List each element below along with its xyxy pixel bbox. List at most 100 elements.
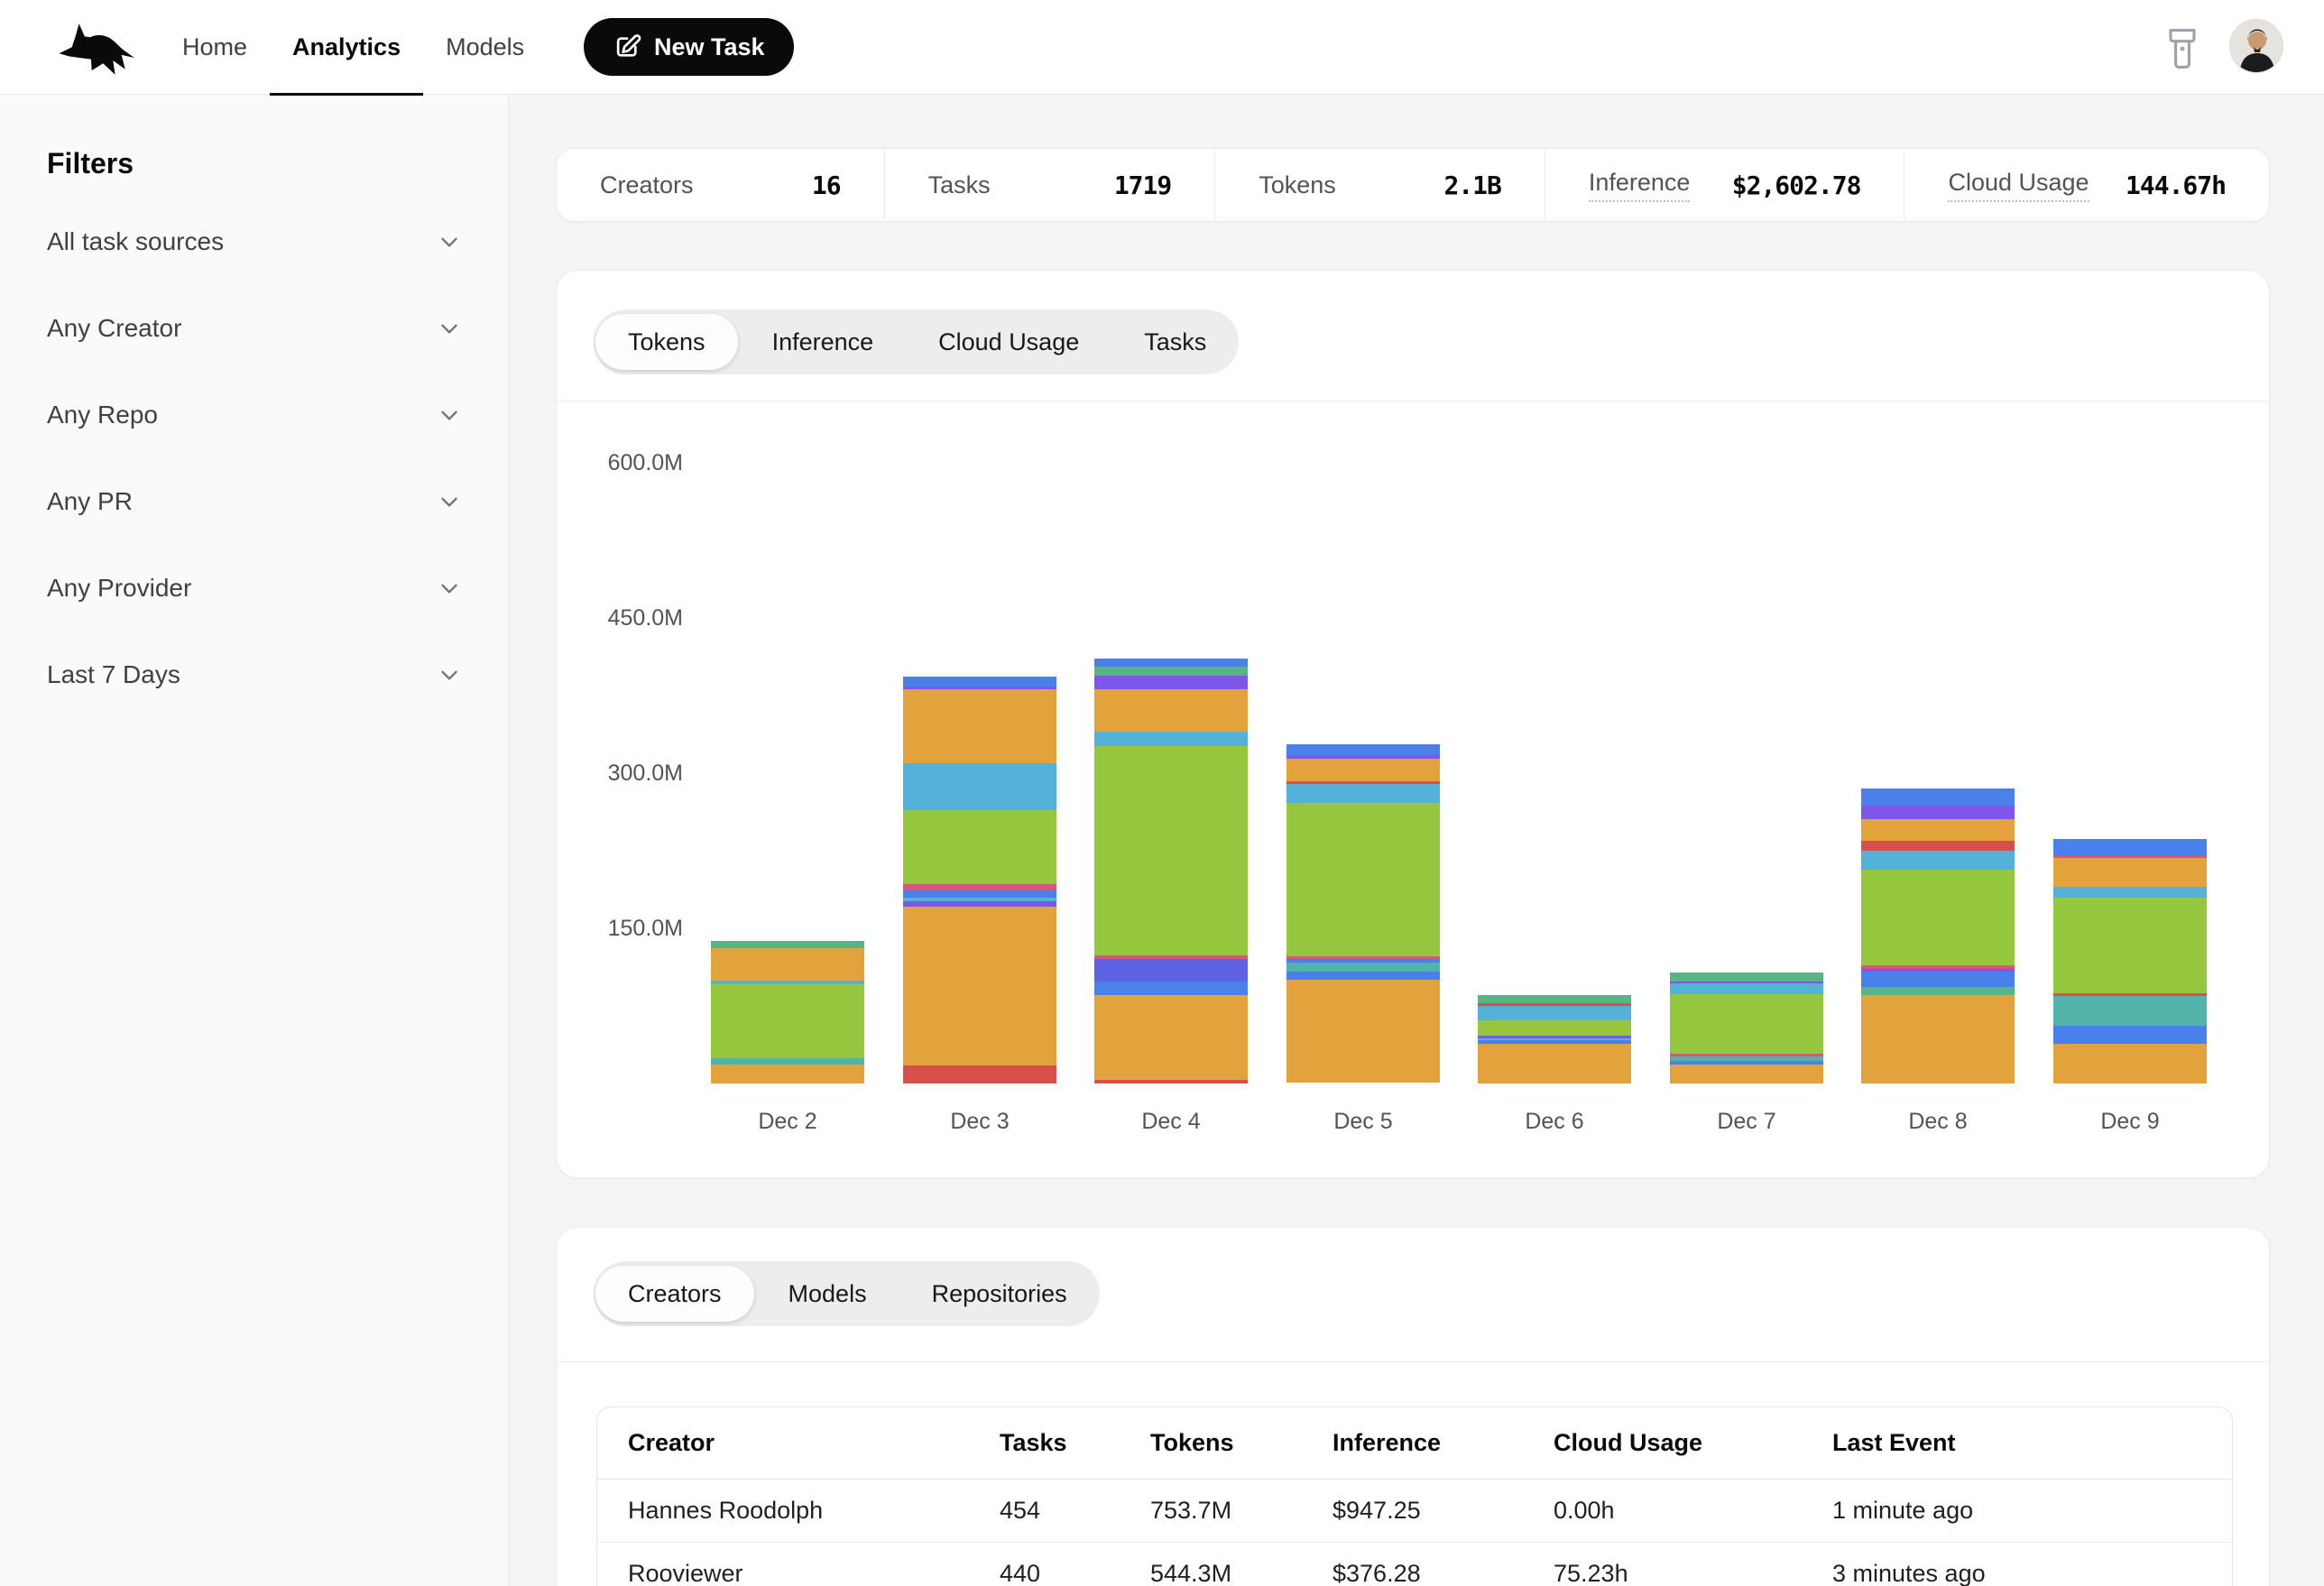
bar-segment — [1478, 1044, 1631, 1083]
chart-metric-tabs: TokensInferenceCloud UsageTasks — [594, 309, 1239, 374]
tab-cloud-usage[interactable]: Cloud Usage — [906, 309, 1111, 374]
breakdown-tabs: CreatorsModelsRepositories — [594, 1261, 1100, 1326]
nav-item-home[interactable]: Home — [182, 0, 247, 95]
x-axis-label: Dec 7 — [1670, 1108, 1823, 1135]
cell-tokens: 544.3M — [1150, 1560, 1333, 1586]
chevron-down-icon — [436, 401, 463, 429]
cell-inference: $947.25 — [1333, 1497, 1554, 1525]
nav-item-analytics[interactable]: Analytics — [292, 0, 401, 95]
bar-segment — [1478, 995, 1631, 1003]
table-row[interactable]: Rooviewer440544.3M$376.2875.23h3 minutes… — [597, 1543, 2232, 1586]
x-axis-label: Dec 4 — [1094, 1108, 1248, 1135]
bar-segment — [1094, 689, 1248, 732]
cell-creator: Hannes Roodolph — [628, 1497, 1000, 1525]
bar-segment — [711, 1065, 864, 1083]
stat-cell-creators: Creators 16 — [557, 149, 884, 221]
bar-segment — [2053, 839, 2207, 855]
bar-dec-2 — [711, 941, 864, 1083]
col-header-inference: Inference — [1333, 1429, 1554, 1457]
bar-segment — [1670, 994, 1823, 1055]
top-nav-bar: Home Analytics Models New Task — [0, 0, 2324, 95]
filter-any-provider[interactable]: Any Provider — [0, 545, 508, 632]
bar-segment — [1670, 983, 1823, 993]
bar-segment — [2053, 1026, 2207, 1043]
nav-item-models[interactable]: Models — [446, 0, 524, 95]
bar-segment — [1861, 788, 2015, 806]
bar-segment — [1861, 987, 2015, 996]
bar-segment — [1861, 995, 2015, 1083]
bar-segment — [903, 763, 1056, 810]
filter-any-pr[interactable]: Any PR — [0, 458, 508, 545]
table-row[interactable]: Hannes Roodolph454753.7M$947.250.00h1 mi… — [597, 1480, 2232, 1543]
filter-label: Any Creator — [47, 314, 181, 343]
bar-segment — [2053, 887, 2207, 899]
bar-segment — [903, 890, 1056, 898]
filter-any-repo[interactable]: Any Repo — [0, 372, 508, 458]
tab-creators[interactable]: Creators — [595, 1266, 754, 1322]
avatar[interactable] — [2229, 19, 2283, 73]
flashlight-icon[interactable] — [2160, 25, 2205, 72]
stat-value: $2,602.78 — [1732, 171, 1861, 200]
tab-repositories[interactable]: Repositories — [899, 1261, 1100, 1326]
new-task-button[interactable]: New Task — [584, 18, 794, 76]
bar-segment — [1670, 1065, 1823, 1083]
bar-segment — [1861, 972, 2015, 987]
bar-segment — [1478, 1006, 1631, 1020]
bar-segment — [1478, 1020, 1631, 1036]
bar-segment — [1094, 1080, 1248, 1083]
stat-label: Tasks — [928, 171, 991, 199]
filter-label: Any Provider — [47, 574, 191, 603]
stat-value: 2.1B — [1443, 171, 1500, 200]
y-axis-tick: 300.0M — [575, 760, 683, 787]
stat-label: Cloud Usage — [1948, 169, 2089, 202]
avatar-image — [2230, 20, 2283, 73]
chevron-down-icon — [436, 488, 463, 515]
chevron-down-icon — [436, 661, 463, 688]
filter-last-7-days[interactable]: Last 7 Days — [0, 632, 508, 718]
stat-cell-tokens: Tokens2.1B — [1214, 149, 1545, 221]
bar-segment — [711, 1058, 864, 1065]
table-header-row: CreatorTasksTokensInferenceCloud UsageLa… — [597, 1407, 2232, 1480]
bar-segment — [1286, 972, 1440, 980]
bar-segment — [1861, 870, 2015, 965]
stat-cell-tasks: Tasks1719 — [884, 149, 1215, 221]
bar-segment — [1861, 851, 2015, 870]
chevron-down-icon — [436, 315, 463, 342]
bar-dec-9 — [2053, 839, 2207, 1083]
stat-cell-cloud-usage: Cloud Usage144.67h — [1904, 149, 2269, 221]
bar-segment — [1286, 784, 1440, 803]
filter-all-task-sources[interactable]: All task sources — [0, 198, 508, 285]
tab-tokens[interactable]: Tokens — [595, 314, 738, 370]
cell-last-event: 3 minutes ago — [1832, 1560, 2232, 1586]
tab-models[interactable]: Models — [756, 1261, 899, 1326]
nav-items: Home Analytics Models — [182, 0, 524, 95]
kangaroo-logo-icon — [54, 18, 141, 78]
card-divider — [557, 1361, 2269, 1362]
x-axis-label: Dec 6 — [1478, 1108, 1631, 1135]
stat-label: Inference — [1589, 169, 1691, 202]
bar-segment — [1094, 746, 1248, 956]
y-axis-tick: 150.0M — [575, 915, 683, 942]
x-axis-label: Dec 3 — [903, 1108, 1056, 1135]
filters-sidebar: Filters All task sourcesAny CreatorAny R… — [0, 95, 509, 1586]
cell-tasks: 440 — [1000, 1560, 1150, 1586]
filter-label: Any Repo — [47, 401, 158, 429]
bar-dec-5 — [1286, 744, 1440, 1083]
bar-dec-4 — [1094, 659, 1248, 1083]
bar-segment — [1094, 959, 1248, 982]
bar-segment — [2053, 858, 2207, 887]
bar-segment — [1286, 963, 1440, 972]
cell-cloud-usage: 75.23h — [1554, 1560, 1832, 1586]
stat-label: Creators — [600, 171, 694, 199]
y-axis-tick: 600.0M — [575, 449, 683, 476]
stat-value: 16 — [812, 171, 841, 200]
chart-card: TokensInferenceCloud UsageTasks 600.0M45… — [556, 270, 2270, 1178]
tab-tasks[interactable]: Tasks — [1111, 309, 1239, 374]
bar-dec-7 — [1670, 973, 1823, 1083]
cell-cloud-usage: 0.00h — [1554, 1497, 1832, 1525]
tab-inference[interactable]: Inference — [740, 309, 907, 374]
table-body: Hannes Roodolph454753.7M$947.250.00h1 mi… — [597, 1480, 2232, 1586]
filter-any-creator[interactable]: Any Creator — [0, 285, 508, 372]
bar-segment — [2053, 898, 2207, 993]
chevron-down-icon — [436, 575, 463, 602]
